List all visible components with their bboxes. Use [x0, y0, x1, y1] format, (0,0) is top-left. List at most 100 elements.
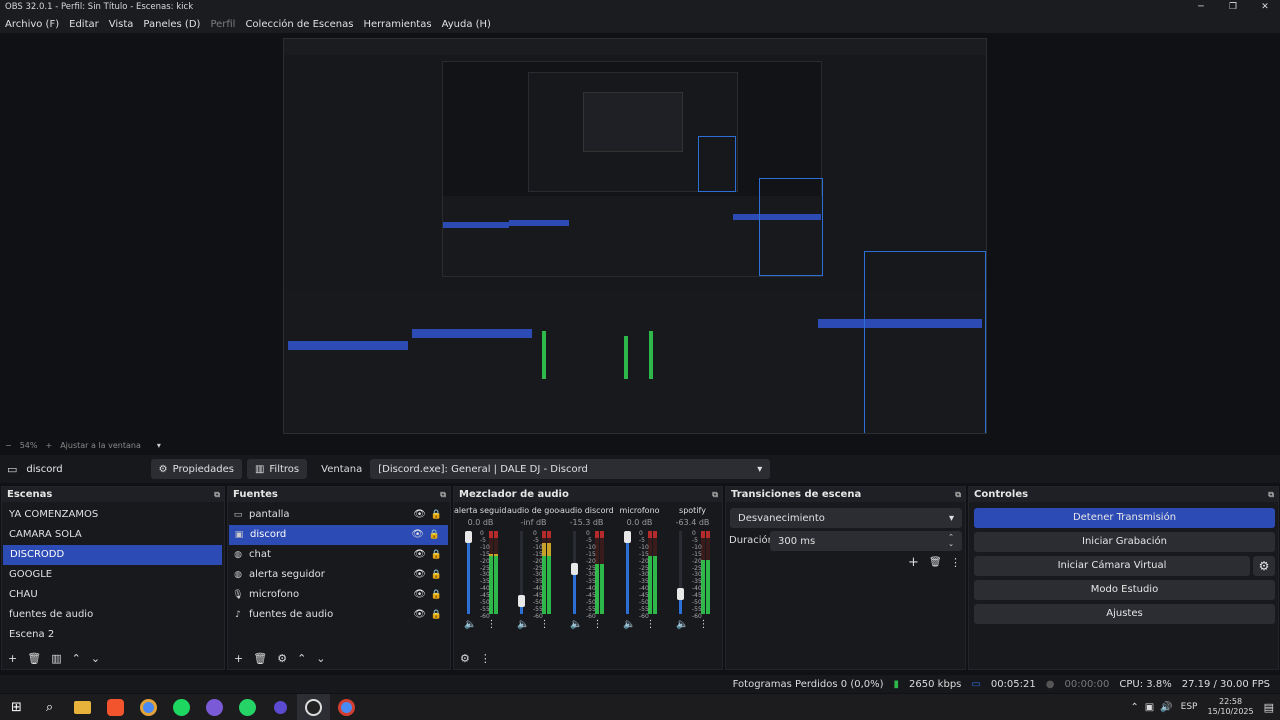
visibility-eye-icon[interactable]: 👁 — [413, 565, 426, 585]
scene-item[interactable]: Escena 2 — [2, 625, 224, 645]
mute-icon[interactable]: 🔈 — [676, 619, 688, 630]
language-indicator[interactable]: ESP — [1181, 702, 1198, 712]
undock-icon[interactable]: ⧉ — [440, 487, 446, 502]
chrome-alt-icon[interactable] — [330, 694, 363, 720]
remove-source-button[interactable]: 🗑 — [253, 652, 267, 665]
source-item[interactable]: ◍ chat 👁 🔒 — [228, 545, 450, 565]
clock[interactable]: 22:58 15/10/2025 — [1207, 697, 1253, 717]
filters-button[interactable]: ▥ Filtros — [246, 459, 308, 479]
menu-ayuda[interactable]: Ayuda (H) — [437, 19, 496, 30]
visibility-eye-icon[interactable]: 👁 — [413, 545, 426, 565]
menu-editar[interactable]: Editar — [64, 19, 104, 30]
menu-archivo[interactable]: Archivo (F) — [0, 19, 64, 30]
move-down-button[interactable]: ⌄ — [91, 652, 100, 665]
zoom-dropdown-icon[interactable]: ▾ — [157, 441, 161, 450]
mute-icon[interactable]: 🔈 — [570, 619, 582, 630]
volume-fader[interactable] — [677, 531, 684, 614]
whatsapp-icon[interactable] — [231, 694, 264, 720]
duration-input[interactable]: 300 ms ⌃ ⌄ — [770, 531, 962, 551]
source-item[interactable]: ◍ alerta seguidor 👁 🔒 — [228, 565, 450, 585]
menu-coleccion[interactable]: Colección de Escenas — [240, 19, 358, 30]
fader-handle[interactable] — [624, 531, 631, 543]
volume-fader[interactable] — [624, 531, 631, 614]
fader-handle[interactable] — [465, 531, 472, 543]
lock-icon[interactable]: 🔒 — [431, 605, 442, 625]
move-down-button[interactable]: ⌄ — [316, 652, 325, 665]
menu-vista[interactable]: Vista — [104, 19, 139, 30]
chrome-icon[interactable] — [132, 694, 165, 720]
mute-icon[interactable]: 🔈 — [464, 619, 476, 630]
mute-icon[interactable]: 🔈 — [623, 619, 635, 630]
scene-item[interactable]: CAMARA SOLA — [2, 525, 224, 545]
remove-scene-button[interactable]: 🗑 — [27, 652, 41, 665]
volume-fader[interactable] — [465, 531, 472, 614]
tray-chevron-icon[interactable]: ⌃ — [1130, 702, 1138, 713]
source-properties-button[interactable]: ⚙ — [277, 652, 287, 665]
undock-icon[interactable]: ⧉ — [712, 487, 718, 502]
search-icon[interactable]: ⌕ — [33, 694, 66, 720]
mixer-menu-icon[interactable]: ⋮ — [480, 652, 491, 665]
visibility-eye-icon[interactable]: 👁 — [413, 585, 426, 605]
gear-icon[interactable]: ⚙ — [1253, 556, 1275, 576]
studio-mode-button[interactable]: Modo Estudio — [974, 580, 1275, 600]
volume-icon[interactable]: 🔊 — [1160, 702, 1172, 713]
program-preview[interactable] — [283, 38, 987, 434]
minimize-button[interactable]: ─ — [1185, 0, 1217, 15]
channel-menu-icon[interactable]: ⋮ — [592, 619, 602, 630]
scene-item[interactable]: YA COMENZAMOS — [2, 505, 224, 525]
channel-menu-icon[interactable]: ⋮ — [486, 619, 496, 630]
file-explorer-icon[interactable] — [66, 694, 99, 720]
fader-handle[interactable] — [677, 587, 684, 600]
add-transition-button[interactable]: + — [908, 555, 919, 570]
visibility-eye-icon[interactable]: 👁 — [411, 525, 424, 545]
visibility-eye-icon[interactable]: 👁 — [413, 605, 426, 625]
stop-stream-button[interactable]: Detener Transmisión — [974, 508, 1275, 528]
source-item[interactable]: ▣ discord 👁 🔒 — [229, 525, 448, 545]
channel-menu-icon[interactable]: ⋮ — [539, 619, 549, 630]
brave-icon[interactable] — [99, 694, 132, 720]
lock-icon[interactable]: 🔒 — [431, 565, 442, 585]
mute-icon[interactable]: 🔈 — [517, 619, 529, 630]
volume-fader[interactable] — [571, 531, 578, 614]
zoom-out-button[interactable]: − — [5, 441, 12, 450]
source-item[interactable]: ▭ pantalla 👁 🔒 — [228, 505, 450, 525]
source-item[interactable]: ♪ fuentes de audio 👁 🔒 — [228, 605, 450, 625]
spotify-icon[interactable] — [165, 694, 198, 720]
source-item[interactable]: 🎙 microfono 👁 🔒 — [228, 585, 450, 605]
start-recording-button[interactable]: Iniciar Grabación — [974, 532, 1275, 552]
menu-perfil[interactable]: Perfil — [205, 19, 240, 30]
channel-menu-icon[interactable]: ⋮ — [645, 619, 655, 630]
fader-handle[interactable] — [571, 562, 578, 575]
move-up-button[interactable]: ⌃ — [72, 652, 81, 665]
lock-icon[interactable]: 🔒 — [431, 545, 442, 565]
undock-icon[interactable]: ⧉ — [1268, 487, 1274, 502]
fit-to-window[interactable]: Ajustar a la ventana — [60, 441, 141, 450]
properties-button[interactable]: ⚙ Propiedades — [150, 459, 242, 479]
notification-icon[interactable]: ▤ — [1264, 701, 1274, 714]
volume-fader[interactable] — [518, 531, 525, 614]
settings-button[interactable]: Ajustes — [974, 604, 1275, 624]
spinner-icon[interactable]: ⌃ ⌄ — [948, 534, 954, 548]
add-source-button[interactable]: + — [234, 652, 243, 665]
transition-menu-icon[interactable]: ⋮ — [950, 556, 961, 569]
scene-item[interactable]: fuentes de audio — [2, 605, 224, 625]
chrome-profile-icon[interactable] — [198, 694, 231, 720]
menu-paneles[interactable]: Paneles (D) — [138, 19, 205, 30]
scene-item[interactable]: DISCRODD — [3, 545, 222, 565]
undock-icon[interactable]: ⧉ — [955, 487, 961, 502]
remove-transition-button[interactable]: 🗑 — [929, 557, 942, 568]
visibility-eye-icon[interactable]: 👁 — [413, 505, 426, 525]
transition-select[interactable]: Desvanecimiento ▾ — [730, 508, 962, 528]
restore-button[interactable]: ❐ — [1217, 0, 1249, 15]
virtual-camera-button[interactable]: Iniciar Cámara Virtual — [974, 556, 1250, 576]
obs-icon[interactable] — [297, 694, 330, 720]
undock-icon[interactable]: ⧉ — [214, 487, 220, 502]
channel-menu-icon[interactable]: ⋮ — [698, 619, 708, 630]
close-button[interactable]: ✕ — [1249, 0, 1280, 15]
scene-item[interactable]: CHAU — [2, 585, 224, 605]
network-icon[interactable]: ▣ — [1145, 702, 1154, 713]
scene-filters-button[interactable]: ▥ — [51, 652, 61, 665]
advanced-audio-icon[interactable]: ⚙ — [460, 652, 470, 665]
zoom-in-button[interactable]: + — [45, 441, 52, 450]
window-select[interactable]: [Discord.exe]: General | DALE DJ - Disco… — [370, 459, 771, 479]
